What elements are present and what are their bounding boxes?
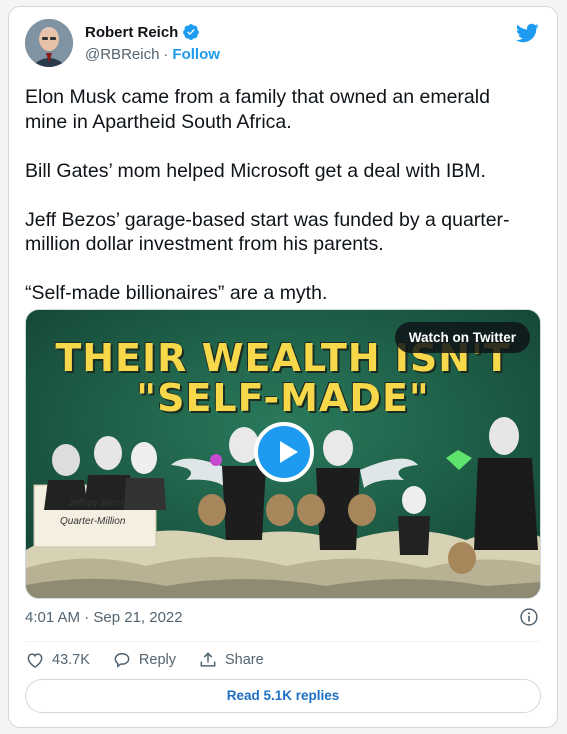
action-bar: 43.7K Reply Share	[25, 650, 264, 670]
share-icon	[200, 652, 216, 667]
tweet-paragraph: Bill Gates’ mom helped Microsoft get a d…	[25, 159, 486, 182]
video-thumbnail[interactable]: THEIR WEALTH ISN'T "SELF-MADE" Jeffrey B…	[25, 309, 541, 599]
info-icon[interactable]	[519, 607, 539, 627]
heart-icon	[27, 653, 43, 668]
thumbnail-headline-line2: "SELF-MADE"	[136, 376, 430, 420]
twitter-bird-icon[interactable]	[515, 21, 539, 45]
tweet-paragraph: Jeff Bezos’ garage-based start was funde…	[25, 208, 510, 256]
share-label: Share	[224, 652, 264, 668]
author-name[interactable]: Robert Reich	[85, 24, 178, 41]
tweet-text: Elon Musk came from a family that owned …	[25, 85, 525, 330]
reply-button[interactable]: Reply	[112, 650, 176, 670]
like-button[interactable]: 43.7K	[25, 650, 90, 670]
follow-button[interactable]: Follow	[172, 46, 220, 63]
tweet-paragraph: “Self-made billionaires” are a myth.	[25, 282, 328, 304]
separator: ·	[163, 46, 169, 63]
check-amount: Quarter-Million	[60, 516, 126, 527]
handle-row: @RBReich · Follow	[85, 46, 220, 63]
watch-on-twitter-button[interactable]: Watch on Twitter	[394, 322, 530, 353]
share-button[interactable]: Share	[198, 650, 264, 670]
tweet-paragraph: Elon Musk came from a family that owned …	[25, 86, 490, 133]
read-replies-button[interactable]: Read 5.1K replies	[25, 679, 541, 713]
reply-label: Reply	[138, 652, 176, 668]
verified-badge-icon	[183, 24, 200, 40]
reply-icon	[114, 652, 130, 668]
avatar[interactable]	[25, 19, 73, 67]
play-icon[interactable]	[254, 422, 314, 482]
author-handle[interactable]: @RBReich	[85, 46, 159, 63]
like-count: 43.7K	[52, 652, 90, 668]
divider	[25, 641, 541, 642]
timestamp[interactable]: 4:01 AM · Sep 21, 2022	[25, 609, 183, 626]
author-name-row: Robert Reich	[85, 23, 200, 41]
tweet-card: Robert Reich @RBReich · Follow Elon Musk…	[8, 6, 558, 728]
check-payee: Jeffrey Bezos	[68, 498, 129, 509]
